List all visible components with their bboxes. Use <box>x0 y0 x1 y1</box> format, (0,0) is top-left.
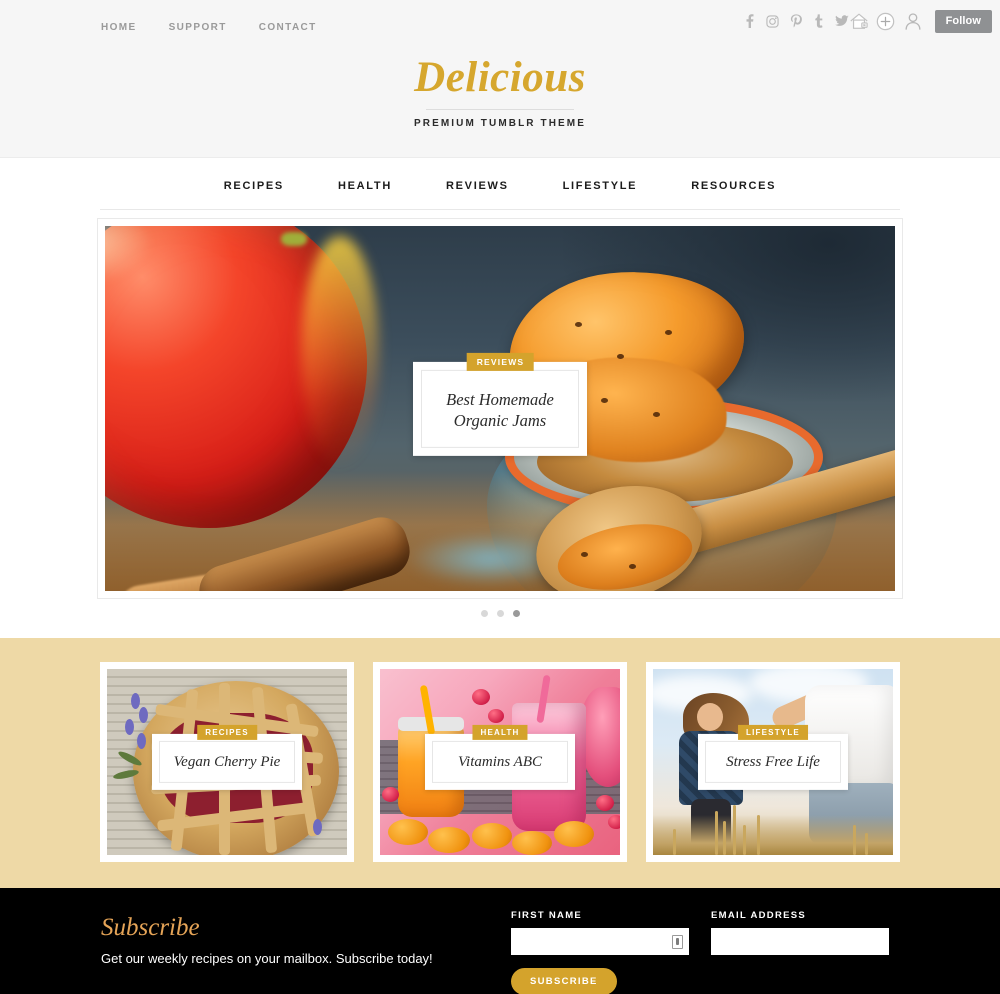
card-caption-lifestyle[interactable]: LIFESTYLE Stress Free Life <box>698 724 848 791</box>
hero-title-line2: Organic Jams <box>453 410 547 430</box>
site-branding: Delicious PREMIUM TUMBLR THEME <box>0 55 1000 129</box>
card-category-badge-lifestyle[interactable]: LIFESTYLE <box>738 724 808 740</box>
main-nav: RECIPES HEALTH REVIEWS LIFESTYLE RESOURC… <box>100 159 900 210</box>
util-nav-support[interactable]: SUPPORT <box>169 22 227 33</box>
autofill-indicator-icon[interactable] <box>672 934 683 949</box>
featured-card-lifestyle[interactable]: LIFESTYLE Stress Free Life <box>646 662 900 862</box>
card-caption-inner-lifestyle: Stress Free Life <box>705 740 841 784</box>
dashboard-icon-row <box>847 9 925 33</box>
follow-button[interactable]: Follow <box>934 9 992 33</box>
card-title-lifestyle: Stress Free Life <box>726 753 820 770</box>
subscribe-fields: FIRST NAME EMAIL ADDRESS <box>511 910 889 955</box>
hero-caption-inner: Best Homemade Organic Jams <box>421 369 579 448</box>
hero-caption[interactable]: REVIEWS Best Homemade Organic Jams <box>413 352 587 456</box>
hero-slide[interactable]: REVIEWS Best Homemade Organic Jams <box>105 226 895 591</box>
featured-cards: RECIPES Vegan Cherry Pie HEALTH Vitamins… <box>100 662 900 862</box>
site-tagline: PREMIUM TUMBLR THEME <box>414 118 586 130</box>
hero-category-badge[interactable]: REVIEWS <box>466 352 534 371</box>
nav-item-lifestyle[interactable]: LIFESTYLE <box>563 180 638 192</box>
card-category-badge-health[interactable]: HEALTH <box>472 724 528 740</box>
nav-item-reviews[interactable]: REVIEWS <box>446 180 509 192</box>
pinterest-icon[interactable] <box>789 14 803 29</box>
utility-nav: HOME SUPPORT CONTACT <box>101 22 317 33</box>
site-logo-title: Delicious <box>414 54 586 101</box>
card-title-recipes: Vegan Cherry Pie <box>173 753 281 770</box>
hero-title-line1: Best Homemade <box>446 389 554 409</box>
create-post-plus-icon[interactable] <box>874 9 898 33</box>
facebook-icon[interactable] <box>743 14 757 29</box>
email-input-wrap <box>711 928 889 955</box>
share-icon-row <box>743 14 849 29</box>
email-input[interactable] <box>711 928 889 955</box>
subscribe-form: FIRST NAME EMAIL ADDRESS SUBSCRIBE <box>511 910 889 994</box>
util-nav-home[interactable]: HOME <box>101 22 137 33</box>
instagram-icon[interactable] <box>766 14 780 29</box>
tumblr-controls: Follow <box>743 9 992 33</box>
subscribe-submit-button[interactable]: SUBSCRIBE <box>511 968 617 994</box>
slider-dot-2[interactable] <box>496 610 504 617</box>
tumblr-icon[interactable] <box>812 14 826 29</box>
first-name-input[interactable] <box>511 928 689 955</box>
hero-slider[interactable]: REVIEWS Best Homemade Organic Jams <box>97 218 903 599</box>
card-caption-inner-health: Vitamins ABC <box>432 740 568 784</box>
first-name-group: FIRST NAME <box>511 910 689 955</box>
subscribe-heading: Subscribe <box>101 914 200 941</box>
featured-card-health[interactable]: HEALTH Vitamins ABC <box>373 662 627 862</box>
email-label: EMAIL ADDRESS <box>711 910 807 921</box>
featured-cards-band: RECIPES Vegan Cherry Pie HEALTH Vitamins… <box>0 638 1000 888</box>
slider-pagination <box>97 610 903 617</box>
slider-dot-1[interactable] <box>480 610 488 617</box>
first-name-input-wrap <box>511 928 689 955</box>
account-avatar-icon[interactable] <box>901 9 925 33</box>
slider-dot-3[interactable] <box>512 610 520 617</box>
subscribe-copy: Subscribe Get our weekly recipes on your… <box>101 915 433 966</box>
brand-divider <box>426 109 574 111</box>
card-caption-inner-recipes: Vegan Cherry Pie <box>159 740 295 784</box>
tumblr-top-bar: HOME SUPPORT CONTACT Follow Delicious PR… <box>0 0 1000 158</box>
card-caption-health[interactable]: HEALTH Vitamins ABC <box>425 724 575 791</box>
util-nav-contact[interactable]: CONTACT <box>259 22 317 33</box>
nav-item-health[interactable]: HEALTH <box>338 180 392 192</box>
hero-title: Best Homemade Organic Jams <box>428 388 572 430</box>
card-caption-recipes[interactable]: RECIPES Vegan Cherry Pie <box>152 724 302 791</box>
email-group: EMAIL ADDRESS <box>711 910 889 955</box>
nav-item-resources[interactable]: RESOURCES <box>691 180 776 192</box>
card-title-health: Vitamins ABC <box>457 753 543 770</box>
main-nav-wrap: RECIPES HEALTH REVIEWS LIFESTYLE RESOURC… <box>0 158 1000 210</box>
footer-subscribe: Subscribe Get our weekly recipes on your… <box>0 888 1000 994</box>
tumblr-dashboard-home-icon[interactable] <box>847 9 871 33</box>
first-name-label: FIRST NAME <box>511 910 583 921</box>
card-category-badge-recipes[interactable]: RECIPES <box>197 724 257 740</box>
subscribe-subheading: Get our weekly recipes on your mailbox. … <box>101 951 433 966</box>
featured-card-recipes[interactable]: RECIPES Vegan Cherry Pie <box>100 662 354 862</box>
nav-item-recipes[interactable]: RECIPES <box>224 180 284 192</box>
